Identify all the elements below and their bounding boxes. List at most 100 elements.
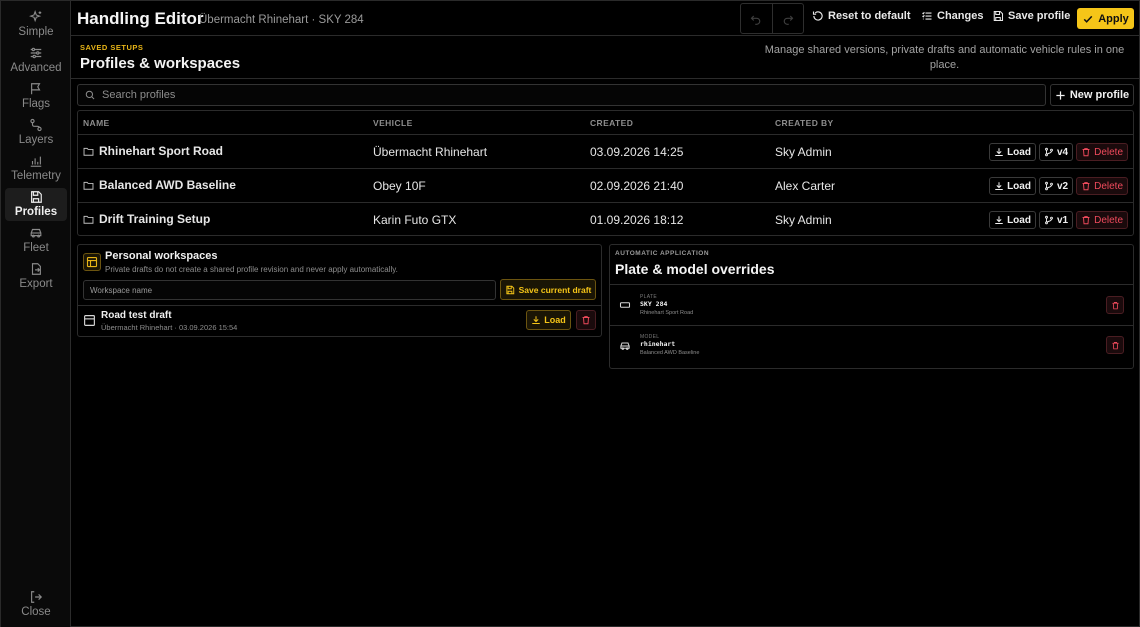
check-icon <box>1082 13 1094 25</box>
delete-button[interactable]: Delete <box>1076 143 1128 161</box>
changes-button[interactable]: Changes <box>921 10 983 22</box>
car-icon <box>29 226 43 240</box>
sidebar-item-profiles[interactable]: Profiles <box>5 188 67 221</box>
top-bar: Handling Editor Übermacht Rhinehart · SK… <box>71 1 1140 36</box>
page-title: Profiles & workspaces <box>80 55 241 72</box>
overrides-eyebrow: AUTOMATIC APPLICATION <box>615 250 710 257</box>
load-label: Load <box>544 315 566 325</box>
apply-label: Apply <box>1098 12 1129 25</box>
draft-load-button[interactable]: Load <box>526 310 571 330</box>
delete-button[interactable]: Delete <box>1076 177 1128 195</box>
redo-button[interactable] <box>773 4 804 33</box>
undo-button[interactable] <box>741 4 773 33</box>
close-label: Close <box>21 606 51 618</box>
sidebar-item-label: Advanced <box>10 62 62 74</box>
column-header-name: NAME <box>83 118 110 128</box>
apply-button[interactable]: Apply <box>1077 8 1134 29</box>
branch-icon <box>1044 181 1054 191</box>
sidebar-item-label: Profiles <box>14 206 58 218</box>
workspace-name-field <box>83 280 496 300</box>
sidebar-item-label: Simple <box>18 26 54 38</box>
override-value: SKY 284 <box>640 300 668 308</box>
delete-label: Delete <box>1094 146 1123 158</box>
workspace-name-input[interactable] <box>90 285 490 295</box>
sidebar-item-label: Flags <box>21 98 51 110</box>
save-icon <box>505 285 515 295</box>
route-icon <box>29 118 43 132</box>
profile-name-cell: Balanced AWD Baseline <box>83 178 236 192</box>
version-label: v2 <box>1056 180 1069 192</box>
layout-icon <box>83 314 96 327</box>
chart-icon <box>29 154 43 168</box>
override-delete-button[interactable] <box>1106 336 1124 354</box>
workspaces-title: Personal workspaces <box>105 250 218 262</box>
sidebar-item-telemetry[interactable]: Telemetry <box>5 152 67 185</box>
profile-name-cell: Rhinehart Sport Road <box>83 144 223 158</box>
table-row[interactable]: Balanced AWD Baseline Obey 10F 02.09.202… <box>78 169 1133 203</box>
table-row[interactable]: Rhinehart Sport Road Übermacht Rhinehart… <box>78 135 1133 169</box>
trash-icon <box>1081 147 1091 157</box>
row-actions: Load v1 Delete <box>989 211 1128 229</box>
export-icon <box>29 262 43 276</box>
vehicle-cell: Übermacht Rhinehart <box>373 145 488 159</box>
sidebar-item-fleet[interactable]: Fleet <box>5 224 67 257</box>
undo-icon <box>750 13 762 25</box>
search-input[interactable] <box>102 89 1002 101</box>
app-window: Simple Advanced Flags Layers Telemetry P… <box>0 0 1140 627</box>
sidebar-item-label: Export <box>19 278 53 290</box>
car-icon <box>619 340 631 352</box>
overrides-panel: AUTOMATIC APPLICATION Plate & model over… <box>609 244 1134 369</box>
search-icon <box>85 90 95 100</box>
trash-icon <box>1081 181 1091 191</box>
load-button[interactable]: Load <box>989 177 1036 195</box>
branch-icon <box>1044 147 1054 157</box>
sidebar-item-export[interactable]: Export <box>5 260 67 293</box>
version-button[interactable]: v2 <box>1038 177 1074 195</box>
vehicle-cell: Karin Futo GTX <box>373 213 457 227</box>
save-current-draft-button[interactable]: Save current draft <box>500 279 596 300</box>
folder-icon <box>83 214 94 225</box>
sidebar-item-simple[interactable]: Simple <box>5 8 67 41</box>
column-header-created: CREATED <box>590 118 634 128</box>
layout-icon <box>83 253 101 271</box>
overrides-title: Plate & model overrides <box>615 261 775 277</box>
new-profile-button[interactable]: New profile <box>1050 84 1134 106</box>
reset-icon <box>812 10 824 22</box>
sidebar-item-advanced[interactable]: Advanced <box>5 44 67 77</box>
draft-delete-button[interactable] <box>576 310 596 330</box>
workspaces-panel: Personal workspaces Private drafts do no… <box>77 244 602 337</box>
sidebar-item-layers[interactable]: Layers <box>5 116 67 149</box>
save-profile-button[interactable]: Save profile <box>992 10 1070 22</box>
reset-default-button[interactable]: Reset to default <box>812 10 911 22</box>
override-profile: Balanced AWD Baseline <box>640 350 700 356</box>
profile-name: Rhinehart Sport Road <box>99 144 224 158</box>
version-button[interactable]: v4 <box>1038 143 1074 161</box>
sidebar-item-flags[interactable]: Flags <box>5 80 67 113</box>
save-draft-label: Save current draft <box>518 284 592 295</box>
app-title: Handling Editor <box>77 9 204 28</box>
load-button[interactable]: Load <box>989 211 1036 229</box>
sidebar-item-label: Telemetry <box>11 170 61 182</box>
created-by-cell: Sky Admin <box>775 145 832 159</box>
reset-label: Reset to default <box>828 10 911 22</box>
save-icon <box>29 190 43 204</box>
download-icon <box>994 215 1004 225</box>
divider <box>78 305 601 306</box>
branch-icon <box>1044 215 1054 225</box>
table-row[interactable]: Drift Training Setup Karin Futo GTX 01.0… <box>78 203 1133 235</box>
sparkles-icon <box>29 10 43 24</box>
download-icon <box>531 315 541 325</box>
download-icon <box>994 181 1004 191</box>
created-cell: 02.09.2026 21:40 <box>590 179 684 193</box>
load-label: Load <box>1007 214 1031 226</box>
logout-icon <box>29 590 43 604</box>
delete-button[interactable]: Delete <box>1076 211 1128 229</box>
version-button[interactable]: v1 <box>1038 211 1074 229</box>
workspaces-description: Private drafts do not create a shared pr… <box>105 265 398 274</box>
load-button[interactable]: Load <box>989 143 1036 161</box>
override-delete-button[interactable] <box>1106 296 1124 314</box>
column-header-created-by: CREATED BY <box>775 118 834 128</box>
close-button[interactable]: Close <box>5 588 67 621</box>
divider <box>71 78 1140 79</box>
profile-name: Balanced AWD Baseline <box>99 178 236 192</box>
